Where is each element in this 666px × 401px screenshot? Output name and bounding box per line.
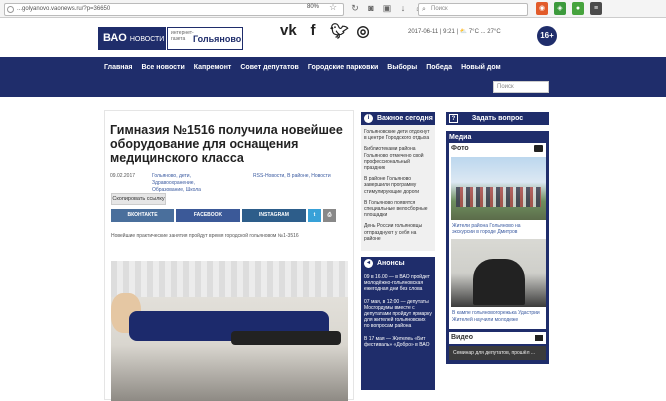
nav-band	[0, 57, 666, 97]
important-item[interactable]: День России гольяновцы отпразднуют у себ…	[364, 223, 432, 242]
video-camera-icon	[535, 334, 543, 341]
article-tags[interactable]: Гольяново, дети, Здравоохранение, Образо…	[152, 173, 224, 194]
main-nav: Главная Все новости Капремонт Совет депу…	[104, 64, 501, 71]
question-icon: ?	[449, 114, 458, 123]
article-photo	[111, 261, 348, 401]
info-icon: i	[364, 114, 373, 123]
video-header: Видео	[449, 331, 546, 344]
browser-toolbar: ...golyanovo.vaonews.ru/?p=36650 80% ☆ ↻…	[0, 0, 666, 18]
nav-item-council[interactable]: Совет депутатов	[240, 64, 299, 71]
nav-item-all-news[interactable]: Все новости	[141, 64, 184, 71]
district-name: Гольяново	[193, 34, 242, 44]
important-header: i Важное сегодня	[361, 112, 435, 125]
speaker-icon: ◂	[364, 259, 373, 269]
download-icon[interactable]: ↓	[398, 3, 408, 14]
photo-title: Фото	[451, 145, 469, 152]
media-title: Медиа	[449, 134, 472, 141]
important-item[interactable]: Гольяновские дети отдохнут в центре Горо…	[364, 129, 432, 141]
info-icon[interactable]	[7, 6, 14, 13]
ask-question-button[interactable]: ? Задать вопрос	[446, 112, 549, 125]
site-search-input[interactable]: Поиск	[493, 81, 549, 93]
logo-main-text: ВАО	[103, 32, 127, 44]
announcements-list: 09 в 16.00 — в ВАО пройдет молодёжно-гол…	[361, 270, 435, 391]
logo-tiny-text: интернет-газета	[171, 30, 194, 42]
announcement-item[interactable]: В 17 мая — Жителеь «Бит фестиваль» «Добр…	[364, 336, 432, 348]
lock-icon[interactable]: ▣	[382, 3, 392, 14]
important-title: Важное сегодня	[377, 115, 433, 122]
photo-background	[111, 261, 348, 297]
announcement-item[interactable]: 09 в 16.00 — в ВАО пройдет молодёжно-гол…	[364, 274, 432, 293]
important-item[interactable]: Библиотеками района Гольяново отмечено с…	[364, 146, 432, 171]
photo-caption: Новейшие практические занятия пройдут вр…	[111, 233, 299, 239]
nav-item-repairs[interactable]: Капремонт	[194, 64, 232, 71]
camera-icon[interactable]: ◙	[366, 3, 376, 14]
twitter-icon[interactable]: 🐦︎	[330, 22, 349, 40]
article-links[interactable]: RSS-Новости, В районе, Новости	[253, 173, 348, 180]
menu-icon[interactable]: ≡	[590, 2, 602, 15]
article: Гимназия №1516 получила новейшее оборудо…	[104, 110, 354, 401]
browser-search-placeholder: Поиск	[431, 6, 448, 12]
instagram-icon[interactable]: ◎	[355, 22, 371, 40]
age-rating-badge: 16+	[537, 26, 557, 46]
browser-search-input[interactable]: ⌕ Поиск	[418, 3, 528, 16]
site-logo[interactable]: ВАО НОВОСТИ	[98, 27, 166, 50]
youth-photo[interactable]	[451, 239, 546, 308]
shield-icon[interactable]: ◈	[554, 2, 566, 15]
important-item[interactable]: В Гольяново появятся специальные велосбо…	[364, 200, 432, 219]
url-text: ...golyanovo.vaonews.ru/?p=36650	[17, 6, 111, 12]
announcement-item[interactable]: 07 мая, в 12:00 — депутаты Мосгордумы вм…	[364, 299, 432, 330]
excursion-photo[interactable]	[451, 157, 546, 220]
camera-icon	[534, 145, 543, 152]
middle-column: i Важное сегодня Гольяновские дети отдох…	[361, 112, 435, 391]
share-vk-button[interactable]: ВКОНТАКТЕ	[111, 209, 174, 222]
share-instagram-button[interactable]: INSTAGRAM	[242, 209, 306, 222]
announcements-title: Анонсы	[377, 260, 405, 268]
ask-question-label: Задать вопрос	[471, 115, 524, 122]
nav-item-elections[interactable]: Выборы	[387, 64, 417, 71]
facebook-icon[interactable]: f	[305, 22, 321, 40]
extension-green-icon[interactable]: ●	[572, 2, 584, 15]
nav-item-home[interactable]: Главная	[104, 64, 132, 71]
photo-item[interactable]: Жители района Гольяново на экскурсии в г…	[449, 155, 546, 329]
nav-item-victory[interactable]: Победа	[426, 64, 452, 71]
bookmark-star-icon[interactable]: ☆	[329, 2, 337, 13]
vk-icon[interactable]: vk	[280, 22, 297, 40]
nav-item-new-house[interactable]: Новый дом	[461, 64, 501, 71]
search-icon: ⌕	[422, 6, 426, 13]
zoom-level[interactable]: 80%	[307, 4, 319, 10]
video-title: Видео	[451, 333, 473, 341]
video-thumbnail[interactable]: Семинар для депутатов, прошёл ...	[449, 345, 546, 360]
social-links: vk f 🐦︎ ◎	[280, 22, 371, 40]
announcements-header: ◂ Анонсы	[361, 257, 435, 271]
print-button[interactable]: ⎙	[323, 209, 336, 222]
photo-caption-1[interactable]: Жители района Гольяново на экскурсии в г…	[451, 220, 544, 239]
photo-caption-2[interactable]: В кампе гольяновогорежька Удастрии Жител…	[451, 307, 544, 326]
share-facebook-button[interactable]: FACEBOOK	[176, 209, 240, 222]
article-date: 09.02.2017	[110, 173, 136, 179]
extension-icon[interactable]: ◉	[536, 2, 548, 15]
logo-small-text: НОВОСТИ	[129, 36, 165, 43]
article-title: Гимназия №1516 получила новейшее оборудо…	[110, 123, 343, 165]
share-twitter-button[interactable]: t	[308, 209, 321, 222]
dummy-legs	[231, 331, 341, 345]
photo-header: Фото	[449, 143, 546, 155]
date-weather: 2017-06-11 | 9:21 | ⛅ 7°C ... 27°C	[408, 29, 501, 35]
reload-icon[interactable]: ↻	[350, 3, 360, 14]
important-list: Гольяновские дети отдохнут в центре Горо…	[361, 125, 435, 252]
copy-link-button[interactable]: Скопировать ссылку	[111, 193, 166, 205]
share-bar: ВКОНТАКТЕ FACEBOOK INSTAGRAM t ⎙	[111, 209, 338, 222]
nav-item-parking[interactable]: Городские парковки	[308, 64, 378, 71]
url-bar[interactable]: ...golyanovo.vaonews.ru/?p=36650	[4, 3, 344, 16]
right-column: ? Задать вопрос Медиа Фото Жители района…	[446, 112, 549, 364]
media-block: Медиа Фото Жители района Гольяново на эк…	[446, 131, 549, 364]
important-item[interactable]: В районе Гольяново завершили программу с…	[364, 176, 432, 195]
district-logo[interactable]: интернет-газета Гольяново	[167, 27, 243, 50]
